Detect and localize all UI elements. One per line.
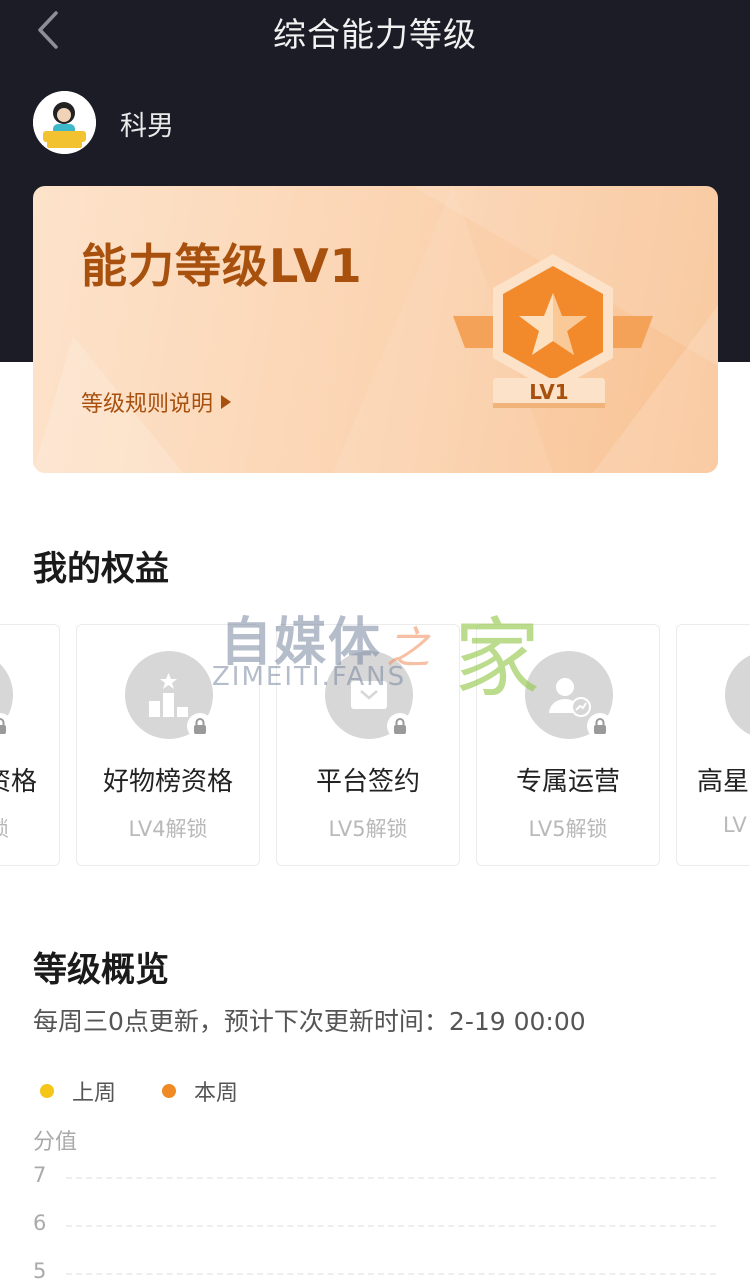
benefit-name: 专属运营 <box>515 767 620 797</box>
lock-icon <box>0 713 13 739</box>
legend-label: 本周 <box>194 1081 239 1106</box>
gridline <box>66 1177 716 1179</box>
benefit-card-goods-list[interactable]: 好物榜资格 LV4解锁 <box>76 624 260 866</box>
benefit-name: 高星 <box>697 767 750 797</box>
overview-description: 每周三0点更新，预计下次更新时间：2-19 00:00 <box>33 1007 586 1036</box>
level-title: 能力等级LV1 <box>81 239 363 293</box>
benefit-icon <box>725 651 750 739</box>
benefit-unlock: LV4解锁 <box>128 817 208 841</box>
y-tick: 6 <box>33 1211 47 1235</box>
badge-label: LV1 <box>529 380 569 404</box>
gridline <box>66 1225 716 1227</box>
legend-item-this-week[interactable]: 本周 <box>162 1075 238 1107</box>
benefit-card-dedicated-ops[interactable]: 专属运营 LV5解锁 <box>476 624 660 866</box>
nav-bar: 综合能力等级 <box>0 0 750 60</box>
lock-icon <box>587 713 613 739</box>
avatar[interactable] <box>33 91 96 154</box>
gridline <box>66 1273 716 1275</box>
level-badge: LV1 <box>453 248 653 428</box>
page-title: 综合能力等级 <box>273 15 477 54</box>
legend-dot <box>162 1084 177 1098</box>
y-tick: 7 <box>33 1163 47 1187</box>
benefit-name: 好物榜资格 <box>102 767 233 797</box>
legend-item-last-week[interactable]: 上周 <box>40 1075 116 1107</box>
benefits-carousel[interactable]: 资格 锁 好物榜资格 LV4解锁 平台签约 LV5解锁 <box>0 624 750 868</box>
lock-icon <box>187 713 213 739</box>
lock-icon <box>387 713 413 739</box>
triangle-right-icon <box>221 395 232 409</box>
username: 科男 <box>120 111 174 142</box>
benefit-name: 平台签约 <box>315 767 420 797</box>
avatar-icon <box>33 91 96 154</box>
y-axis-label: 分值 <box>33 1130 78 1155</box>
benefits-title: 我的权益 <box>33 549 169 589</box>
rules-link[interactable]: 等级规则说明 <box>81 386 232 418</box>
rules-link-label: 等级规则说明 <box>81 392 214 417</box>
overview-title: 等级概览 <box>33 950 169 990</box>
benefit-unlock: LV5解锁 <box>328 817 408 841</box>
level-card: 能力等级LV1 等级规则说明 LV1 <box>33 186 718 473</box>
benefit-card-partial-left[interactable]: 资格 锁 <box>0 624 60 866</box>
legend-dot <box>40 1084 54 1098</box>
benefit-unlock: LV5解锁 <box>528 817 608 841</box>
benefit-card-platform-contract[interactable]: 平台签约 LV5解锁 <box>276 624 460 866</box>
y-tick: 5 <box>33 1259 47 1280</box>
benefit-name: 资格 <box>0 767 37 797</box>
benefit-card-partial-right[interactable]: 高星 LV <box>676 624 750 866</box>
chart-legend: 上周 本周 <box>40 1075 284 1107</box>
legend-label: 上周 <box>72 1081 117 1106</box>
benefit-unlock: LV <box>723 813 747 837</box>
benefit-unlock: 锁 <box>0 813 59 843</box>
